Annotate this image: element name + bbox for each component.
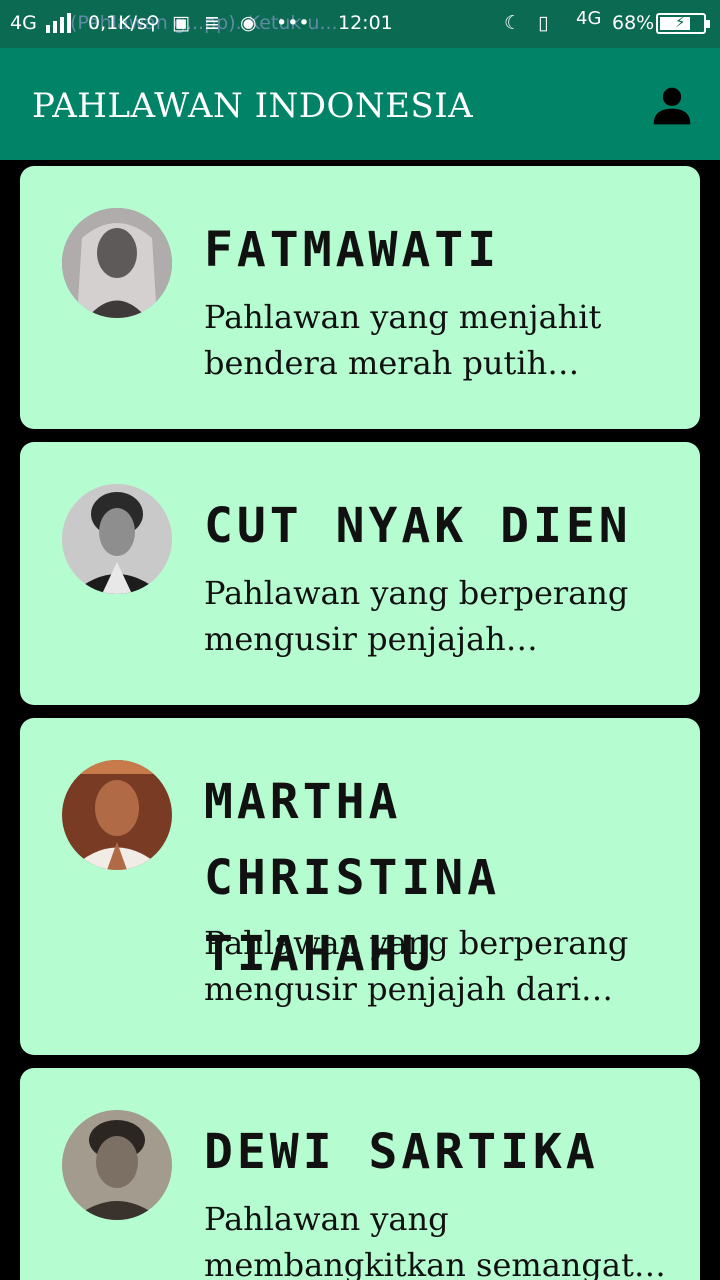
person-icon[interactable]: [650, 84, 694, 128]
hero-name: DEWI SARTIKA: [204, 1124, 599, 1180]
hero-card[interactable]: CUT NYAK DIEN Pahlawan yang berperang me…: [20, 442, 700, 705]
hero-avatar: [62, 208, 172, 318]
network-speed: 0,1K/s: [88, 12, 147, 34]
hero-description: Pahlawan yang berperang mengusir penjaja…: [204, 574, 629, 658]
vibrate-icon: ▯: [538, 12, 549, 34]
hero-card[interactable]: MARTHA CHRISTINA TIAHAHU Pahlawan yang b…: [20, 718, 700, 1055]
battery-percent: 68%: [612, 12, 655, 34]
hero-card[interactable]: FATMAWATI Pahlawan yang menjahit bendera…: [20, 166, 700, 429]
network-type-right: 4G: [576, 8, 602, 29]
signal-icon: [46, 13, 74, 33]
hero-name: CUT NYAK DIEN: [204, 498, 632, 554]
clock: 12:01: [338, 12, 393, 34]
app-title: PAHLAWAN INDONESIA: [32, 86, 474, 126]
hero-description: Pahlawan yang berperang mengusir penjaja…: [204, 924, 629, 1008]
more-icon: •••: [276, 12, 310, 34]
hero-card[interactable]: DEWI SARTIKA Pahlawan yang membangkitkan…: [20, 1068, 700, 1280]
hero-description: Pahlawan yang membangkitkan semangat k..…: [204, 1200, 634, 1280]
hero-avatar: [62, 484, 172, 594]
status-bar: (Pahlawan g...pp). Ketuk u... 4G 0,1K/s …: [0, 0, 720, 48]
hero-avatar: [62, 760, 172, 870]
battery-icon: ⚡: [656, 13, 710, 34]
line-icon: ◉: [240, 12, 257, 34]
usb-icon: ⚲: [146, 12, 160, 34]
app-notification-icon: ▣: [172, 12, 190, 34]
hero-avatar: [62, 1110, 172, 1220]
hero-list[interactable]: FATMAWATI Pahlawan yang menjahit bendera…: [0, 160, 720, 1280]
app-bar: PAHLAWAN INDONESIA: [0, 48, 720, 160]
database-icon: ≣: [204, 12, 220, 34]
hero-description: Pahlawan yang menjahit bendera merah put…: [204, 298, 602, 382]
hero-name: FATMAWATI: [204, 222, 501, 278]
moon-icon: ☾: [504, 12, 522, 34]
network-type-left: 4G: [10, 12, 37, 34]
